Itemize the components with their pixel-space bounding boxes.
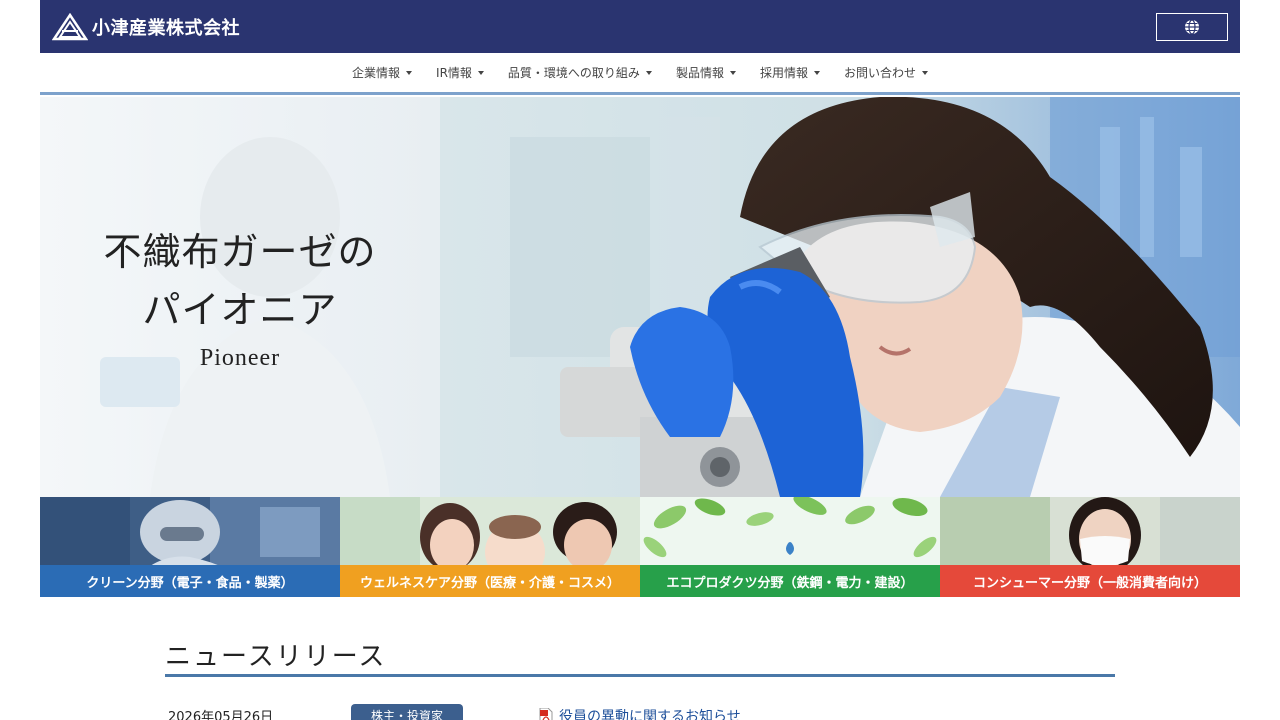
category-label: ウェルネスケア分野（医療・介護・コスメ）: [340, 565, 640, 597]
news-date: 2026年05月26日: [168, 710, 274, 720]
nav-item-label: 採用情報: [759, 66, 808, 80]
hero-subtitle: Pioneer: [199, 344, 281, 371]
nav-item-label: IR情報: [436, 66, 472, 80]
news-title: ニュースリリース: [165, 642, 387, 672]
category-card-clean[interactable]: クリーン分野（電子・食品・製薬）: [40, 497, 340, 597]
site-header: 小津産業株式会社: [40, 0, 1240, 53]
news-divider: [165, 674, 1115, 677]
category-card-consumer[interactable]: コンシューマー分野（一般消費者向け）: [940, 497, 1240, 597]
caret-down-icon: [477, 70, 484, 75]
category-label: コンシューマー分野（一般消費者向け）: [940, 565, 1240, 597]
caret-down-icon: [645, 70, 652, 75]
nav-item-ir[interactable]: IR情報: [424, 64, 496, 81]
nav-item-company[interactable]: 企業情報: [340, 64, 424, 81]
company-logo[interactable]: 小津産業株式会社: [52, 12, 240, 41]
category-card-eco[interactable]: エコプロダクツ分野（鉄鋼・電力・建設）: [640, 497, 940, 597]
nav-item-contact[interactable]: お問い合わせ: [832, 64, 940, 81]
caret-down-icon: [406, 70, 413, 75]
company-logo-icon: [52, 12, 88, 40]
hero-text-block: 不織布ガーゼの パイオニア Pioneer: [40, 97, 440, 497]
news-item: 2026年05月26日 株主・投資家 役員の異動に関するお知らせ: [165, 704, 1115, 720]
nav-item-products[interactable]: 製品情報: [664, 64, 748, 81]
caret-down-icon: [921, 70, 928, 75]
news-link-text: 役員の異動に関するお知らせ: [559, 708, 741, 720]
nav-item-quality[interactable]: 品質・環境への取り組み: [496, 64, 664, 81]
language-button[interactable]: [1156, 12, 1228, 41]
category-label: エコプロダクツ分野（鉄鋼・電力・建設）: [640, 565, 940, 597]
company-name: 小津産業株式会社: [92, 17, 240, 39]
nav-item-label: 品質・環境への取り組み: [507, 66, 640, 80]
pdf-icon: [539, 707, 553, 720]
hero-banner: 不織布ガーゼの パイオニア Pioneer: [40, 97, 1240, 497]
hero-title-line1: 不織布ガーゼの: [103, 229, 377, 274]
main-nav: 企業情報 IR情報 品質・環境への取り組み 製品情報 採用情報 お問い合わせ: [40, 53, 1240, 95]
news-tag: 株主・投資家: [351, 704, 463, 720]
nav-item-label: 製品情報: [675, 66, 724, 80]
category-label: クリーン分野（電子・食品・製薬）: [40, 565, 340, 597]
caret-down-icon: [729, 70, 736, 75]
news-link[interactable]: 役員の異動に関するお知らせ: [539, 706, 741, 720]
category-card-wellness[interactable]: ウェルネスケア分野（医療・介護・コスメ）: [340, 497, 640, 597]
news-section: ニュースリリース 2026年05月26日 株主・投資家 役員の異動に関するお知ら…: [165, 636, 1115, 720]
caret-down-icon: [813, 70, 820, 75]
hero-title-line2: パイオニア: [142, 287, 338, 332]
nav-item-recruit[interactable]: 採用情報: [748, 64, 832, 81]
category-strip: クリーン分野（電子・食品・製薬） ウェルネスケア分野（医療・介護・コスメ） エコ…: [40, 497, 1240, 597]
nav-item-label: 企業情報: [352, 66, 401, 80]
nav-item-label: お問い合わせ: [843, 66, 916, 80]
globe-icon: [1185, 18, 1199, 35]
